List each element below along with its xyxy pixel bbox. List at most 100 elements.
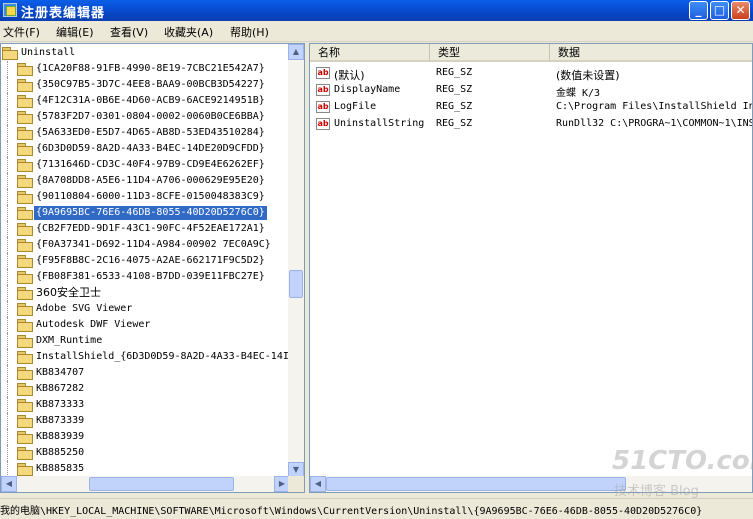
column-header-name[interactable]: 名称 (310, 44, 430, 62)
value-type: REG_SZ (436, 84, 473, 95)
tree-item-label: KB885835 (36, 463, 85, 474)
minimize-button[interactable]: _ (689, 1, 708, 20)
folder-icon (17, 399, 33, 412)
tree-item-label: {1CA20F88-91FB-4990-8E19-7CBC21E542A7} (36, 63, 265, 74)
tree-item-label: KB834707 (36, 367, 85, 378)
tree-item-label: KB873333 (36, 399, 85, 410)
status-bar: 我的电脑\HKEY_LOCAL_MACHINE\SOFTWARE\Microso… (0, 498, 753, 519)
folder-icon (17, 431, 33, 444)
registry-tree-pane[interactable]: Uninstall {1CA20F88-91FB-4990-8E19-7CBC2… (0, 43, 305, 493)
ab-string-icon: ab (316, 84, 330, 96)
tree-item-label: {CB2F7EDD-9D1F-43C1-90FC-4F52EAE172A1} (36, 223, 265, 234)
value-row[interactable]: ab UninstallString REG_SZ RunDll32 C:\PROGR… (310, 116, 753, 133)
value-name: LogFile (334, 101, 377, 112)
value-data: (数值未设置) (556, 69, 620, 82)
tree-item-label: {F0A37341-D692-11D4-A984-00902 7EC0A9C} (36, 239, 271, 250)
tree-item-label: {FB08F381-6533-4108-B7DD-039E11FBC27E} (36, 271, 265, 282)
folder-icon (17, 111, 33, 124)
tree-item-label: DXM_Runtime (36, 335, 103, 346)
folder-icon (17, 351, 33, 364)
folder-icon (17, 303, 33, 316)
tree-item-label: {350C97B5-3D7C-4EE8-BAA9-00BCB3D54227} (36, 79, 265, 90)
column-header-data[interactable]: 数据 (550, 44, 752, 62)
folder-icon (17, 191, 33, 204)
value-row[interactable]: ab DisplayName REG_SZ 金蝶 K/3 (310, 82, 752, 99)
title-bar[interactable]: 注册表编辑器 _ □ ✕ (0, 0, 753, 21)
folder-icon (17, 383, 33, 396)
folder-icon (17, 319, 33, 332)
scroll-left-arrow-icon[interactable]: ◀ (1, 476, 17, 492)
scroll-left-arrow-icon[interactable]: ◀ (310, 476, 326, 492)
value-type: REG_SZ (436, 67, 473, 78)
tree-item-label: InstallShield_{6D3D0D59-8A2D-4A33-B4EC-1… (36, 351, 289, 362)
tree-item-label: KB885250 (36, 447, 85, 458)
folder-icon (17, 447, 33, 460)
value-type: REG_SZ (436, 101, 473, 112)
value-data: C:\Program Files\InstallShield In (556, 101, 753, 112)
folder-icon (17, 127, 33, 140)
value-data: RunDll32 C:\PROGRA~1\COMMON~1\INS (556, 118, 753, 129)
folder-icon (17, 415, 33, 428)
tree-horizontal-scrollbar[interactable]: ◀ ▶ (1, 476, 290, 492)
folder-open-icon (2, 47, 18, 60)
menu-help[interactable]: 帮助(H) (230, 24, 269, 40)
column-header-type[interactable]: 类型 (430, 44, 550, 62)
folder-icon (17, 95, 33, 108)
value-name: DisplayName (334, 84, 401, 95)
menu-file[interactable]: 文件(F) (3, 24, 40, 40)
tree-item-label: {5783F2D7-0301-0804-0002-0060B0CE6BBA} (36, 111, 265, 122)
folder-icon (17, 63, 33, 76)
tree-hscroll-thumb[interactable] (89, 477, 234, 491)
folder-icon (17, 239, 33, 252)
folder-icon (17, 367, 33, 380)
scroll-up-arrow-icon[interactable]: ▲ (288, 44, 304, 60)
tree-item-label: {8A708DD8-A5E6-11D4-A706-000629E95E20} (36, 175, 265, 186)
folder-icon (17, 159, 33, 172)
menu-edit[interactable]: 编辑(E) (56, 24, 94, 40)
tree-item-label: {4F12C31A-0B6E-4D60-ACB9-6ACE9214951B} (36, 95, 265, 106)
values-list-pane[interactable]: 名称 类型 数据 ab (默认) REG_SZ (数值未设置) ab DisplayNam… (309, 43, 753, 493)
close-button[interactable]: ✕ (731, 1, 750, 20)
maximize-button[interactable]: □ (710, 1, 729, 20)
ab-string-icon: ab (316, 67, 330, 79)
folder-icon (17, 143, 33, 156)
regedit-app-icon (3, 3, 17, 17)
tree-item-label: Adobe SVG Viewer (36, 303, 133, 314)
tree-item-label: Autodesk DWF Viewer (36, 319, 151, 330)
tree-root-label: Uninstall (21, 47, 76, 58)
tree-item-label: {6D3D0D59-8A2D-4A33-B4EC-14DE20D9CFDD} (36, 143, 265, 154)
tree-item-label: 360安全卫士 (36, 286, 101, 299)
list-hscroll-thumb[interactable] (326, 477, 626, 491)
value-row[interactable]: ab LogFile REG_SZ C:\Program Files\InstallS… (310, 99, 753, 116)
tree-item-label: KB883939 (36, 431, 85, 442)
tree-vscroll-thumb[interactable] (289, 270, 303, 298)
value-name: (默认) (334, 69, 365, 82)
menu-view[interactable]: 查看(V) (110, 24, 148, 40)
folder-icon (17, 79, 33, 92)
folder-icon (17, 271, 33, 284)
tree-item-label: {5A633ED0-E5D7-4D65-AB8D-53ED43510284} (36, 127, 265, 138)
ab-string-icon: ab (316, 118, 330, 130)
tree-item-label: KB873339 (36, 415, 85, 426)
value-name: UninstallString (334, 118, 425, 129)
folder-icon (17, 207, 33, 220)
watermark-subtitle: 技术博客 Blog (614, 484, 699, 499)
status-key-path: 我的电脑\HKEY_LOCAL_MACHINE\SOFTWARE\Microso… (0, 506, 703, 517)
folder-icon (17, 255, 33, 268)
folder-icon (17, 223, 33, 236)
folder-icon (17, 335, 33, 348)
tree-vertical-scrollbar[interactable]: ▲ ▼ (288, 44, 304, 478)
watermark-logo: 51CTO.com (612, 446, 753, 476)
value-data: 金蝶 K/3 (556, 88, 601, 99)
folder-icon (17, 175, 33, 188)
menu-favorites[interactable]: 收藏夹(A) (164, 24, 213, 40)
value-row[interactable]: ab (默认) REG_SZ (数值未设置) (310, 65, 752, 82)
menu-bar: 文件(F) 编辑(E) 查看(V) 收藏夹(A) 帮助(H) (0, 21, 753, 42)
tree-item-label: {90110804-6000-11D3-8CFE-0150048383C9} (36, 191, 265, 202)
folder-icon (17, 287, 33, 300)
tree-item-label: KB867282 (36, 383, 85, 394)
tree-item-label: {9A9695BC-76E6-46DB-8055-40D20D5276C0} (33, 205, 268, 221)
scroll-corner (288, 476, 304, 492)
ab-string-icon: ab (316, 101, 330, 113)
tree-item-label: {7131646D-CD3C-40F4-97B9-CD9E4E6262EF} (36, 159, 265, 170)
